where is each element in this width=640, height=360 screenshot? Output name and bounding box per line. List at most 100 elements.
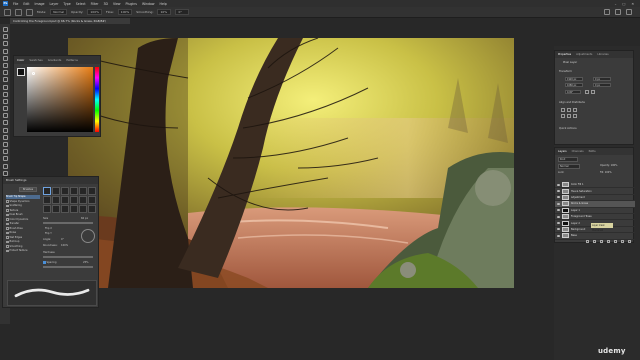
tab-properties[interactable]: Properties	[558, 53, 571, 56]
layer-mask-thumbnail[interactable]	[562, 220, 569, 226]
brush-tip[interactable]	[88, 196, 96, 204]
spacing-slider[interactable]	[43, 266, 93, 268]
layer-thumbnail[interactable]	[562, 188, 569, 194]
menu-plugins[interactable]: Plugins	[126, 2, 137, 6]
gradient-tool-icon[interactable]	[2, 113, 8, 119]
brush-tip[interactable]	[88, 205, 96, 213]
brush-tip[interactable]	[52, 196, 60, 204]
foreground-color-swatch[interactable]	[17, 68, 25, 76]
align-center-icon[interactable]	[567, 108, 571, 112]
eye-icon[interactable]	[557, 209, 560, 212]
layer-thumbnail[interactable]	[562, 194, 569, 200]
angle-dial[interactable]	[81, 229, 95, 243]
brush-tip[interactable]	[79, 196, 87, 204]
shape-tool-icon[interactable]	[2, 156, 8, 162]
clone-stamp-tool-icon[interactable]	[2, 91, 8, 97]
angle-field[interactable]: 0°	[175, 9, 190, 15]
tab-libraries[interactable]: Libraries	[597, 53, 608, 56]
align-right-icon[interactable]	[573, 108, 577, 112]
tab-layers[interactable]: Layers	[558, 150, 567, 153]
tab-color[interactable]: Color	[17, 58, 24, 62]
brush-tool-icon[interactable]	[2, 84, 8, 90]
tab-gradients[interactable]: Gradients	[48, 58, 62, 62]
mode-select[interactable]: Normal	[50, 9, 68, 15]
workspace-icon[interactable]	[615, 9, 621, 15]
angle-value[interactable]: 0°	[61, 238, 64, 241]
tab-channels[interactable]: Channels	[572, 150, 584, 153]
eye-icon[interactable]	[557, 202, 560, 205]
search-icon[interactable]	[604, 9, 610, 15]
new-layer-icon[interactable]	[621, 239, 624, 243]
blur-tool-icon[interactable]	[2, 120, 8, 126]
menu-type[interactable]: Type	[63, 2, 70, 6]
layer-kind-filter[interactable]: Kind	[558, 157, 578, 162]
brush-tip[interactable]	[79, 187, 87, 195]
hue-slider[interactable]	[95, 67, 99, 132]
zoom-tool-icon[interactable]	[2, 170, 8, 176]
opacity-value[interactable]: 100%	[611, 164, 618, 167]
roundness-value[interactable]: 100%	[61, 244, 68, 247]
size-value[interactable]: 60 px	[81, 217, 88, 220]
x-field[interactable]: 0 px	[593, 77, 611, 81]
opacity-field[interactable]: 100%	[87, 9, 102, 15]
menu-layer[interactable]: Layer	[50, 2, 59, 6]
brush-tip[interactable]	[70, 187, 78, 195]
mask-icon[interactable]	[600, 239, 603, 243]
frame-tool-icon[interactable]	[2, 62, 8, 68]
align-top-icon[interactable]	[561, 114, 565, 118]
width-field[interactable]: 1920 px	[565, 77, 583, 81]
brush-tool-icon[interactable]	[15, 8, 22, 16]
height-field[interactable]: 1080 px	[565, 83, 583, 87]
checkbox[interactable]	[6, 218, 9, 221]
eye-icon[interactable]	[557, 183, 560, 186]
brush-tip[interactable]	[52, 205, 60, 213]
menu-view[interactable]: View	[113, 2, 121, 6]
option-noise[interactable]: Noise	[6, 231, 40, 235]
link-icon[interactable]	[586, 239, 589, 243]
flow-field[interactable]: 100%	[117, 9, 133, 15]
checkbox[interactable]	[6, 222, 9, 226]
brush-tip[interactable]	[43, 205, 51, 213]
move-tool-icon[interactable]	[2, 27, 8, 32]
menu-edit[interactable]: Edit	[23, 2, 29, 6]
align-left-icon[interactable]	[561, 108, 565, 112]
minimize-icon[interactable]: –	[615, 2, 617, 6]
quick-select-tool-icon[interactable]	[2, 48, 8, 54]
option-brush-pose[interactable]: Brush Pose	[6, 227, 40, 231]
checkbox[interactable]	[6, 240, 9, 244]
option-brush-tip-shape[interactable]: Brush Tip Shape	[6, 195, 40, 199]
menu-filter[interactable]: Filter	[91, 2, 99, 6]
fill-value[interactable]: 100%	[605, 171, 612, 174]
spacing-value[interactable]: 25%	[83, 261, 89, 264]
saturation-brightness-field[interactable]	[27, 67, 93, 132]
checkbox[interactable]	[6, 200, 9, 203]
rotate-field[interactable]: 0.00°	[565, 90, 581, 94]
brush-tip[interactable]	[52, 187, 60, 195]
option-shape-dynamics[interactable]: Shape Dynamics	[6, 200, 40, 204]
tab-paths[interactable]: Paths	[589, 150, 596, 153]
eye-icon[interactable]	[557, 234, 560, 237]
layer-thumbnail[interactable]	[562, 182, 569, 188]
brush-tip[interactable]	[70, 196, 78, 204]
brush-tip[interactable]	[70, 205, 78, 213]
option-smoothing[interactable]: Smoothing	[6, 245, 40, 249]
document-tab[interactable]: Controlling the Foreground.psd @ 66.7% (…	[10, 18, 130, 24]
menu-window[interactable]: Window	[142, 2, 155, 6]
align-bottom-icon[interactable]	[573, 114, 577, 118]
close-icon[interactable]: ✕	[631, 2, 634, 6]
option-texture[interactable]: Texture	[6, 209, 40, 213]
document-canvas[interactable]	[68, 38, 514, 288]
eye-icon[interactable]	[557, 222, 560, 225]
checkbox[interactable]	[6, 213, 9, 217]
lasso-tool-icon[interactable]	[2, 41, 8, 47]
maximize-icon[interactable]: □	[622, 2, 625, 6]
option-wet-edges[interactable]: Wet Edges	[6, 236, 40, 240]
smoothing-field[interactable]: 10%	[157, 9, 172, 15]
menu-3d[interactable]: 3D	[103, 2, 107, 6]
brush-tip[interactable]	[43, 196, 51, 204]
folder-icon[interactable]	[614, 239, 617, 243]
brush-tip[interactable]	[43, 187, 51, 195]
brush-tip[interactable]	[61, 205, 69, 213]
menu-file[interactable]: File	[13, 2, 18, 6]
type-tool-icon[interactable]	[2, 142, 8, 147]
